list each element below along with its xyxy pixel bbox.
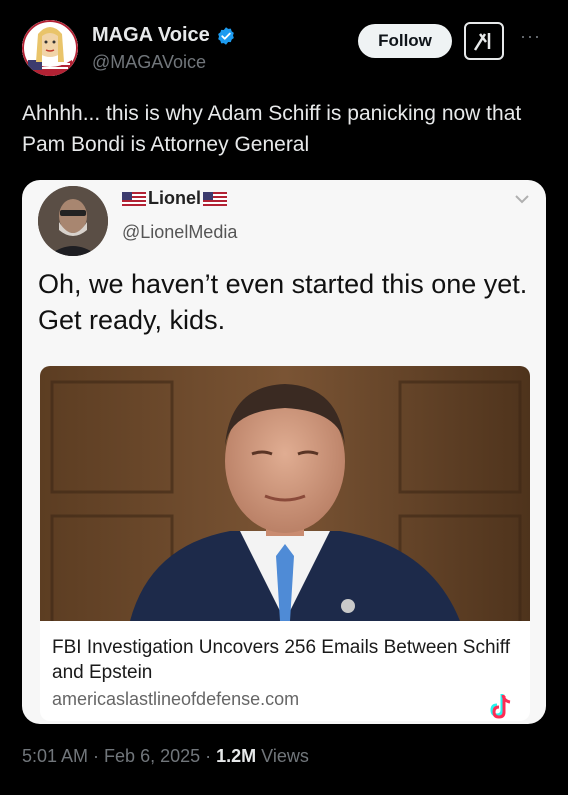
link-preview-source: americaslastlineofdefense.com (52, 689, 300, 709)
embedded-avatar (38, 186, 108, 256)
embedded-text: Oh, we haven’t even started this one yet… (38, 269, 528, 335)
embedded-handle: @LionelMedia (122, 222, 238, 242)
embedded-name-row: Lionel (122, 188, 227, 209)
link-preview-caption: FBI Investigation Uncovers 256 Emails Be… (40, 621, 530, 721)
us-flag-icon (122, 191, 146, 206)
author-handle[interactable]: @MAGAVoice (92, 52, 206, 73)
tweet-text: Ahhhh... this is why Adam Schiff is pani… (22, 102, 522, 156)
tiktok-icon (490, 694, 511, 719)
more-icon[interactable]: ··· (520, 26, 548, 46)
link-preview-headline: FBI Investigation Uncovers 256 Emails Be… (52, 637, 510, 683)
verified-badge-icon (217, 26, 234, 45)
tweet-date[interactable]: Feb 6, 2025 (104, 746, 200, 767)
views-count: 1.2M (216, 746, 257, 766)
author-name-row[interactable]: MAGA Voice (92, 24, 236, 47)
chevron-down-icon (515, 195, 529, 204)
tweet-media-image[interactable]: Lionel @LionelMedia Oh, we haven’t even … (22, 180, 546, 724)
meta-separator: · (93, 746, 100, 766)
author-avatar[interactable] (22, 20, 78, 76)
us-flag-icon (203, 191, 227, 206)
author-display-name[interactable]: MAGA Voice (92, 24, 210, 47)
tweet-time[interactable]: 5:01 AM (22, 746, 88, 767)
views-label: Views (261, 746, 309, 766)
grok-button[interactable] (464, 22, 504, 60)
grok-icon (473, 33, 491, 51)
tweet-meta: 5:01 AM · Feb 6, 2025 · 1.2M Views (22, 746, 309, 767)
follow-button[interactable]: Follow (358, 24, 452, 58)
news-photo (40, 366, 530, 621)
meta-separator: · (205, 746, 212, 766)
tweet-header: MAGA Voice @MAGAVoice Follow ··· (22, 18, 552, 80)
embedded-display-name: Lionel (148, 188, 201, 208)
